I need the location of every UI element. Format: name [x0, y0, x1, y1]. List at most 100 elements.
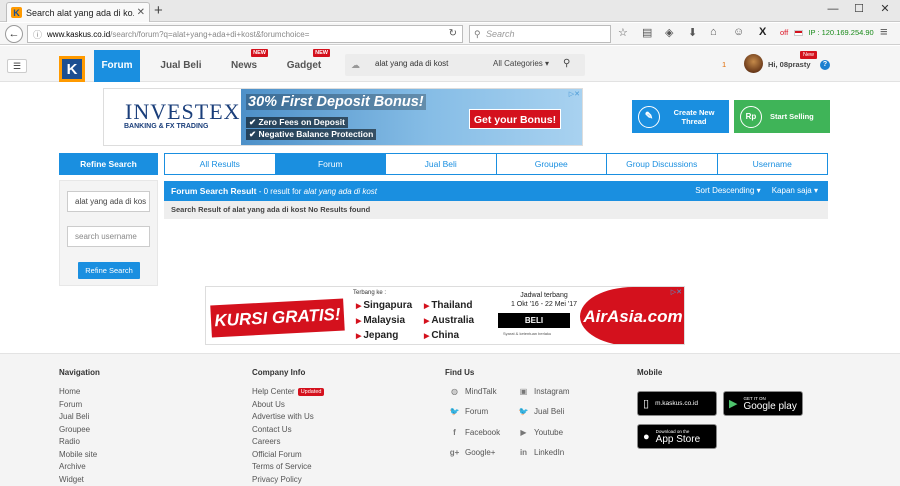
bookmark-star-icon[interactable]: ☆: [618, 26, 628, 39]
adchoices-icon[interactable]: ▷✕: [569, 90, 580, 98]
footer-link-terms[interactable]: Terms of Service: [252, 462, 312, 471]
site-search-bar: ☁ alat yang ada di kost All Categories ▾…: [345, 54, 585, 76]
proxy-status[interactable]: off IP : 120.169.254.90: [780, 28, 874, 37]
no-results-message: Search Result of alat yang ada di kost N…: [164, 201, 828, 219]
extension-x-icon[interactable]: X: [759, 26, 766, 38]
footer-link-home[interactable]: Home: [59, 387, 80, 396]
hamburger-menu-icon[interactable]: ☰: [7, 59, 27, 73]
help-icon[interactable]: ?: [820, 60, 830, 70]
findus-googleplus[interactable]: g+ Google+: [449, 448, 496, 457]
keyword-input[interactable]: alat yang ada di kos: [67, 191, 150, 212]
airasia-ad-banner[interactable]: KURSI GRATIS! Terbang ke : Singapura Tha…: [205, 286, 685, 345]
browser-menu-icon[interactable]: ≡: [880, 24, 888, 39]
download-icon[interactable]: ⬇: [688, 26, 697, 39]
city: Thailand: [424, 300, 472, 311]
city: Singapura: [356, 300, 412, 311]
browser-tab[interactable]: K Search alat yang ada di ko... ✕: [6, 2, 150, 22]
app-store-button[interactable]: ● Download on the App Store: [637, 424, 717, 449]
chevron-down-icon: ▾: [545, 59, 550, 68]
tab-forum[interactable]: Forum: [275, 153, 386, 175]
ad-bullet-text: Negative Balance Protection: [258, 129, 374, 139]
avatar[interactable]: [744, 54, 763, 73]
username-search-input[interactable]: search username: [67, 226, 150, 247]
facebook-icon: f: [453, 428, 456, 437]
findus-jual-beli[interactable]: 🐦 Jual Beli: [518, 407, 565, 416]
schedule-title: Jadwal terbang: [520, 292, 568, 299]
pocket-icon[interactable]: ◈: [665, 26, 673, 39]
info-icon[interactable]: ⓘ: [33, 28, 42, 41]
footer-link-mobile-site[interactable]: Mobile site: [59, 450, 97, 459]
footer-link-official-forum[interactable]: Official Forum: [252, 450, 302, 459]
google-play-button[interactable]: ▶ GET IT ON Google play: [723, 391, 803, 416]
findus-facebook[interactable]: f Facebook: [449, 428, 500, 437]
start-selling-button[interactable]: Rp Start Selling: [734, 100, 830, 133]
investex-ad-banner[interactable]: INVESTEX BANKING & FX TRADING 30% First …: [103, 88, 583, 146]
site-search-input[interactable]: alat yang ada di kost: [375, 59, 448, 68]
close-tab-icon[interactable]: ✕: [137, 7, 145, 18]
footer-link-radio[interactable]: Radio: [59, 437, 80, 446]
footer-link-widget[interactable]: Widget: [59, 475, 84, 484]
findus-instagram[interactable]: ▣ Instagram: [518, 387, 570, 396]
search-button-icon[interactable]: ⚲: [563, 58, 570, 69]
url-bar[interactable]: ⓘ www.kaskus.co.id /search/forum?q=alat+…: [27, 25, 463, 43]
close-window-icon[interactable]: ✕: [872, 0, 898, 18]
investex-logo: INVESTEX BANKING & FX TRADING: [104, 89, 241, 145]
investex-brand: INVESTEX: [125, 99, 241, 124]
ad-cta-button[interactable]: Get your Bonus!: [469, 109, 561, 129]
minimize-icon[interactable]: —: [820, 0, 846, 18]
tab-groupee[interactable]: Groupee: [496, 153, 607, 175]
sort-order-select[interactable]: Sort Descending ▾: [695, 186, 760, 195]
tab-all-results[interactable]: All Results: [164, 153, 276, 175]
nav-news[interactable]: News NEW: [222, 49, 268, 82]
footer-link-jual-beli[interactable]: Jual Beli: [59, 412, 89, 421]
chat-icon[interactable]: ☺: [733, 26, 744, 38]
city: Australia: [424, 315, 474, 326]
username-greeting[interactable]: Hi, 08prasty: [768, 60, 811, 69]
findus-linkedin[interactable]: in LinkedIn: [518, 448, 564, 457]
maximize-icon[interactable]: ☐: [846, 0, 872, 18]
new-tab-icon[interactable]: +: [154, 3, 163, 19]
findus-jual-beli-label: Jual Beli: [534, 407, 565, 416]
browser-tab-bar: K Search alat yang ada di ko... ✕ + — ☐ …: [0, 0, 900, 22]
ad2-buy-button[interactable]: BELI: [498, 313, 570, 328]
home-icon[interactable]: ⌂: [710, 26, 717, 38]
tab-jual-beli[interactable]: Jual Beli: [386, 153, 497, 175]
findus-facebook-label: Facebook: [465, 428, 501, 437]
cloud-icon: ☁: [351, 60, 360, 70]
footer-link-privacy[interactable]: Privacy Policy: [252, 475, 302, 484]
browser-search-input[interactable]: ⚲ Search: [469, 25, 611, 43]
footer-link-groupee[interactable]: Groupee: [59, 425, 90, 434]
create-thread-button[interactable]: ✎ Create New Thread: [632, 100, 729, 133]
footer-link-about[interactable]: About Us: [252, 400, 285, 409]
findus-googleplus-label: Google+: [465, 448, 496, 457]
tab-group-discussions[interactable]: Group Discussions: [607, 153, 718, 175]
footer-link-careers[interactable]: Careers: [252, 437, 280, 446]
google-plus-icon: g+: [449, 448, 460, 457]
footer-link-advertise[interactable]: Advertise with Us: [252, 412, 314, 421]
kaskus-logo[interactable]: K: [59, 56, 85, 82]
footer-link-help-center[interactable]: Help Center Updated: [252, 387, 325, 396]
ad-bullet-text: Zero Fees on Deposit: [258, 117, 345, 127]
footer-link-archive[interactable]: Archive: [59, 462, 86, 471]
findus-forum[interactable]: 🐦 Forum: [449, 407, 489, 416]
refine-search-button[interactable]: Refine Search: [78, 262, 140, 279]
notification-count[interactable]: 1: [722, 60, 726, 69]
tab-username[interactable]: Username: [717, 153, 828, 175]
appstore-label: App Store: [655, 433, 701, 445]
nav-forum[interactable]: Forum: [94, 50, 140, 82]
adchoices-icon[interactable]: ▷✕: [671, 288, 682, 296]
findus-youtube[interactable]: ▶ Youtube: [518, 428, 563, 437]
create-thread-label-2: Thread: [681, 116, 707, 126]
footer-link-forum[interactable]: Forum: [59, 400, 82, 409]
mobile-site-button[interactable]: ▯ m.kaskus.co.id: [637, 391, 717, 416]
findus-mindtalk[interactable]: ◍ MindTalk: [449, 387, 497, 396]
nav-gadget[interactable]: Gadget NEW: [280, 49, 330, 82]
category-select[interactable]: All Categories ▾: [493, 59, 549, 68]
reading-list-icon[interactable]: ▤: [642, 26, 652, 39]
reload-icon[interactable]: ↻: [449, 28, 457, 39]
investex-brand-sub: BANKING & FX TRADING: [124, 123, 209, 130]
footer-link-contact[interactable]: Contact Us: [252, 425, 292, 434]
nav-jual-beli[interactable]: Jual Beli: [152, 50, 210, 82]
time-filter-select[interactable]: Kapan saja ▾: [772, 186, 818, 195]
back-icon[interactable]: ←: [5, 25, 23, 43]
